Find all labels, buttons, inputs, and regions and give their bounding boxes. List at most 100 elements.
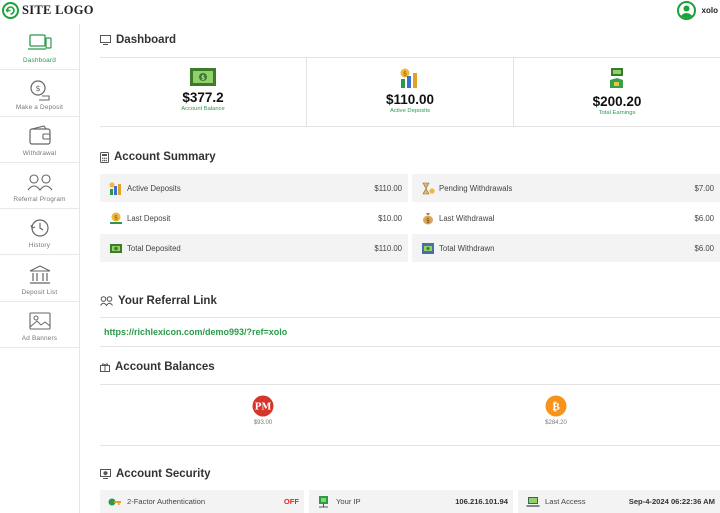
account-balances-title-text: Account Balances: [115, 361, 215, 373]
total-earnings-card: $200.20 Total Earnings: [514, 58, 720, 126]
referral-link-box: https://richlexicon.com/demo993/?ref=xol…: [100, 317, 720, 347]
hourglass-coins-icon: [420, 182, 436, 195]
gift-box-icon: [100, 363, 110, 372]
coin-stack-icon: $: [400, 68, 417, 88]
security-row-ip: Your IP 106.216.101.94: [309, 490, 513, 513]
active-deposits-value: $110.00: [385, 92, 435, 107]
account-summary-title: Account Summary: [100, 151, 216, 163]
avatar-icon: [676, 1, 696, 20]
people-small-icon: [100, 296, 113, 306]
user-menu[interactable]: xolo: [676, 1, 720, 20]
sidebar-item-label: Make a Deposit: [15, 103, 64, 111]
summary-row-total-deposited: Total Deposited $110.00: [100, 234, 408, 262]
username: xolo: [701, 6, 718, 15]
dashboard-title-text: Dashboard: [116, 34, 177, 46]
coin-deposit-icon: $: [27, 78, 53, 102]
summary-value: $6.00: [694, 243, 714, 253]
sidebar-item-ad-banners[interactable]: Ad Banners: [0, 302, 79, 349]
account-balances-box: PM $93.00 ₿ $284.20: [100, 384, 720, 446]
sidebar-item-deposit-list[interactable]: Deposit List: [0, 255, 79, 302]
sidebar-item-label: History: [28, 242, 51, 250]
summary-label: Last Deposit: [127, 213, 171, 223]
account-summary-title-text: Account Summary: [114, 151, 216, 163]
perfect-money-amount: $93.00: [253, 420, 273, 426]
bitcoin-icon: ₿: [545, 395, 567, 417]
perfect-money-icon: PM: [252, 395, 274, 417]
sidebar-item-label: Referral Program: [13, 196, 66, 204]
monitor-icon: [27, 31, 53, 55]
sidebar-item-history[interactable]: History: [0, 209, 79, 256]
money-bag-icon: $: [420, 212, 436, 225]
logo-mark-icon: [2, 2, 19, 19]
referral-link-title-text: Your Referral Link: [118, 295, 217, 307]
svg-text:₿: ₿: [552, 400, 560, 413]
sidebar-item-withdrawal[interactable]: Withdrawal: [0, 117, 79, 163]
sidebar-item-dashboard[interactable]: Dashboard: [0, 24, 79, 71]
key-icon: [108, 496, 122, 508]
summary-label: Total Deposited: [127, 243, 181, 253]
bank-icon: [27, 263, 53, 287]
svg-text:$: $: [426, 217, 430, 224]
svg-text:PM: PM: [255, 403, 272, 413]
calculator-icon: [100, 151, 109, 163]
summary-value: $10.00: [378, 213, 402, 223]
summary-row-last-deposit: $ Last Deposit $10.00: [100, 204, 408, 232]
monitor-shield-icon: [100, 469, 111, 479]
atm-cash-icon: [420, 242, 436, 255]
sidebar-item-label: Dashboard: [22, 57, 57, 65]
summary-label: Pending Withdrawals: [439, 183, 513, 193]
summary-row-total-withdrawn: Total Withdrawn $6.00: [412, 234, 720, 262]
svg-text:$: $: [201, 75, 205, 82]
account-balance-card: $ $377.2 Account Balance: [100, 58, 307, 126]
account-balance-label: Account Balance: [181, 106, 225, 112]
sidebar-item-label: Ad Banners: [21, 335, 58, 343]
money-bills-icon: [108, 242, 124, 255]
summary-value: $7.00: [694, 183, 714, 193]
two-factor-status[interactable]: OFF: [284, 497, 299, 506]
bitcoin-amount: $284.20: [545, 420, 567, 426]
security-label: 2-Factor Authentication: [127, 497, 206, 506]
security-label: Your IP: [336, 497, 361, 506]
security-row-last-access: Last Access Sep-4-2024 06:22:36 AM: [518, 490, 720, 513]
svg-text:$: $: [35, 84, 40, 93]
hand-money-icon: [610, 68, 623, 88]
top-bar: SITE LOGO xolo: [0, 0, 720, 24]
summary-label: Active Deposits: [127, 183, 181, 193]
site-logo[interactable]: SITE LOGO: [2, 2, 94, 19]
wallet-icon: [27, 124, 53, 148]
account-security-title-text: Account Security: [116, 468, 211, 480]
account-balance-value: $377.2: [182, 90, 224, 105]
summary-label: Total Withdrawn: [439, 243, 495, 253]
network-icon: [317, 495, 331, 508]
summary-value: $6.00: [694, 213, 714, 223]
dashboard-title: Dashboard: [100, 34, 176, 46]
cash-icon: $: [190, 68, 216, 86]
sidebar-item-label: Deposit List: [21, 288, 58, 296]
laptop-check-icon: [526, 496, 540, 508]
clock-history-icon: [27, 216, 53, 240]
summary-row-last-withdrawal: $ Last Withdrawal $6.00: [412, 204, 720, 232]
summary-row-active-deposits: Active Deposits $110.00: [100, 174, 408, 202]
svg-text:$: $: [403, 71, 407, 78]
svg-text:$: $: [114, 214, 118, 221]
security-label: Last Access: [545, 497, 586, 506]
security-row-2fa: 2-Factor Authentication OFF: [100, 490, 304, 513]
summary-value: $110.00: [374, 243, 402, 253]
active-deposits-label: Active Deposits: [390, 108, 430, 114]
people-icon: [26, 170, 54, 194]
total-earnings-value: $200.20: [592, 94, 642, 109]
perfect-money-balance: PM $93.00: [252, 395, 274, 426]
sidebar-item-label: Withdrawal: [22, 149, 57, 157]
last-access-value: Sep-4-2024 06:22:36 AM: [628, 497, 715, 506]
sidebar-item-referral-program[interactable]: Referral Program: [0, 163, 79, 210]
summary-row-pending-withdrawals: Pending Withdrawals $7.00: [412, 174, 720, 202]
image-folder-icon: [27, 309, 53, 333]
summary-value: $110.00: [374, 183, 402, 193]
summary-label: Last Withdrawal: [439, 213, 495, 223]
referral-link[interactable]: https://richlexicon.com/demo993/?ref=xol…: [104, 327, 287, 337]
dashboard-monitor-icon: [100, 35, 111, 45]
chart-coins-icon: [108, 182, 124, 195]
logo-text: SITE LOGO: [22, 3, 94, 17]
sidebar-item-make-deposit[interactable]: $ Make a Deposit: [0, 70, 79, 117]
active-deposits-card: $ $110.00 Active Deposits: [307, 58, 514, 126]
